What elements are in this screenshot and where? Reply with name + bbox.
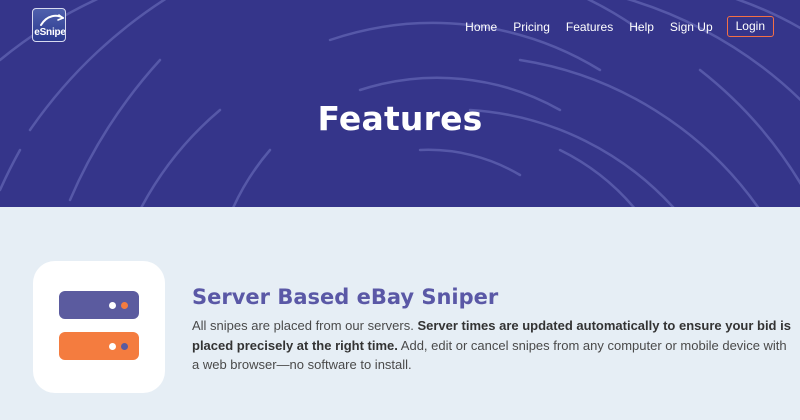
nav-pricing-link[interactable]: Pricing: [513, 17, 550, 37]
esnipe-logo[interactable]: eSnipe: [32, 8, 66, 42]
server-unit-bottom: [59, 332, 139, 360]
nav-help-link[interactable]: Help: [629, 17, 654, 37]
server-unit-top: [59, 291, 139, 319]
status-light: [109, 302, 116, 309]
server-icon: [33, 261, 165, 393]
status-light: [121, 302, 128, 309]
feature-text-part1: All snipes are placed from our servers.: [192, 318, 418, 333]
status-light: [121, 343, 128, 350]
page-title: Features: [317, 99, 483, 138]
status-light: [109, 343, 116, 350]
nav-home-link[interactable]: Home: [465, 17, 497, 37]
nav-signup-link[interactable]: Sign Up: [670, 17, 713, 37]
feature-description: All snipes are placed from our servers. …: [192, 316, 792, 375]
main-nav: Home Pricing Features Help Sign Up Login: [449, 16, 774, 37]
nav-features-link[interactable]: Features: [566, 17, 613, 37]
hero-header: eSnipe Home Pricing Features Help Sign U…: [0, 0, 800, 207]
feature-title: Server Based eBay Sniper: [192, 285, 499, 309]
logo-text: eSnipe: [34, 27, 66, 38]
login-button[interactable]: Login: [726, 16, 774, 37]
